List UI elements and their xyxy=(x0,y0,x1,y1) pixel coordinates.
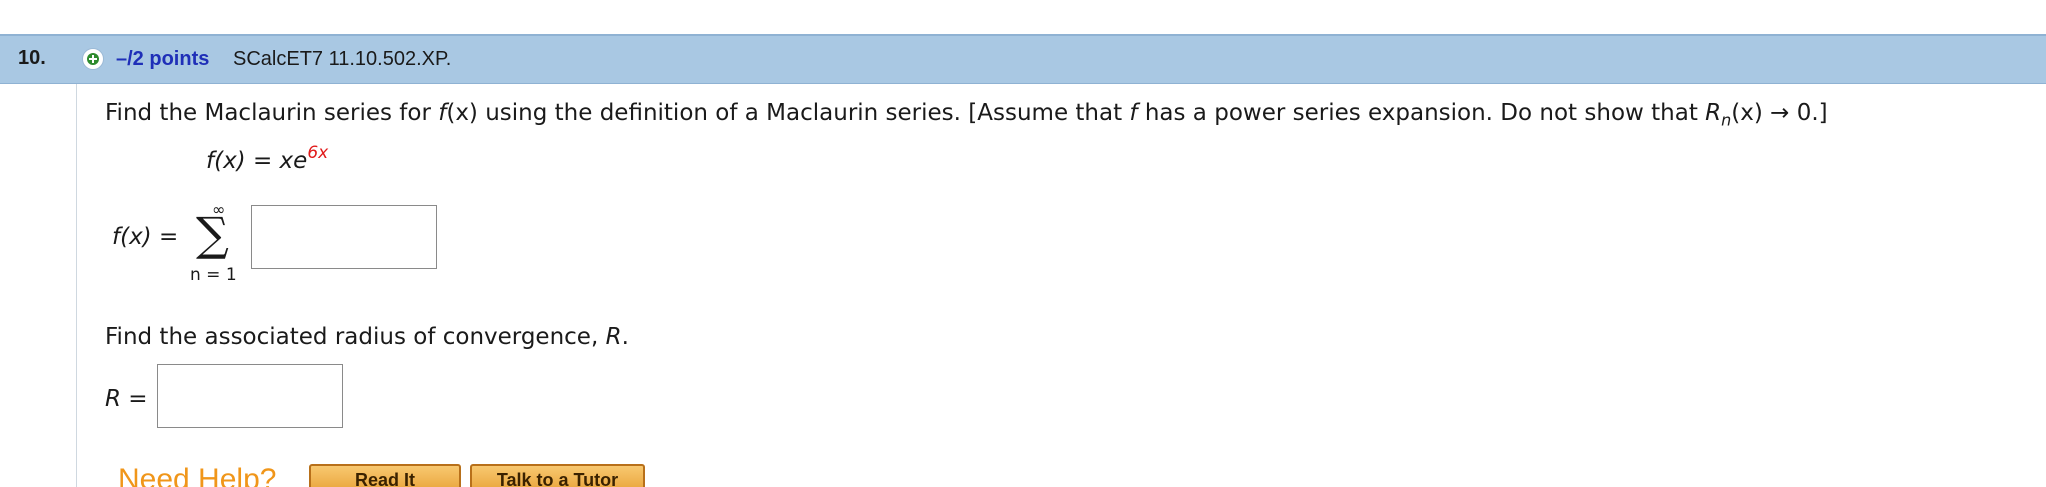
instructions-text: Find the Maclaurin series for f (x) using… xyxy=(105,100,1828,130)
radius-label-text: R = xyxy=(105,386,148,412)
plus-icon xyxy=(87,53,99,65)
given-function-exponent: 6x xyxy=(307,143,329,163)
radius-prompt-end: . xyxy=(621,324,629,350)
given-function-lhs: f(x) = xe xyxy=(206,148,308,174)
instructions-part3: has a power series expansion. Do not sho… xyxy=(1137,100,1706,126)
radius-answer-input[interactable] xyxy=(157,364,343,428)
question-source: SCalcET7 11.10.502.XP. xyxy=(233,48,452,70)
sigma-lower-limit: n = 1 xyxy=(190,265,237,285)
read-it-button[interactable]: Read It xyxy=(309,464,461,487)
instructions-f: f xyxy=(1129,100,1138,126)
question-page: 10. –/2 points SCalcET7 11.10.502.XP. Fi… xyxy=(0,0,2046,487)
radius-prompt: Find the associated radius of convergenc… xyxy=(105,324,629,350)
radius-label: R = xyxy=(105,386,148,412)
series-label: f(x) = xyxy=(112,224,178,250)
question-number: 10. xyxy=(18,47,46,69)
instructions-r: R xyxy=(1705,100,1722,126)
instructions-part1: Find the Maclaurin series for xyxy=(105,100,439,126)
given-function: f(x) = xe6x xyxy=(206,143,328,174)
expand-button[interactable] xyxy=(82,48,104,70)
need-help-heading: Need Help? xyxy=(118,463,277,487)
radius-prompt-text: Find the associated radius of convergenc… xyxy=(105,324,606,350)
series-label-text: f(x) = xyxy=(112,224,179,250)
series-answer-input[interactable] xyxy=(251,205,437,269)
radius-prompt-var: R xyxy=(605,324,622,350)
instructions-part2: using the definition of a Maclaurin seri… xyxy=(477,100,1130,126)
question-header: 10. –/2 points SCalcET7 11.10.502.XP. xyxy=(0,34,2046,84)
instructions-paren-x: (x) xyxy=(446,100,478,126)
instructions-n-sub: n xyxy=(1721,110,1732,130)
points-value: –/2 points xyxy=(116,48,210,70)
content-divider xyxy=(76,84,77,487)
instructions-part4: (x) → 0.] xyxy=(1731,100,1828,126)
sigma-icon: ∑ xyxy=(196,207,229,261)
talk-to-tutor-button[interactable]: Talk to a Tutor xyxy=(470,464,645,487)
